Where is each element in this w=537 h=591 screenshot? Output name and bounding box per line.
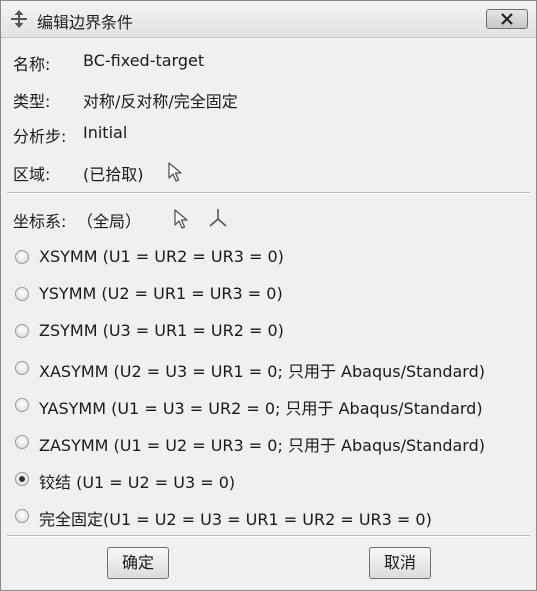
name-label: 名称: [13,55,51,74]
csys-label: 坐标系: [13,212,67,231]
move-arrows-icon [9,9,29,29]
radio-button[interactable] [15,287,29,301]
radio-label: 完全固定(U1 = U2 = U3 = UR1 = UR2 = UR3 = 0) [39,510,432,529]
radio-label: ZSYMM (U3 = UR1 = UR2 = 0) [39,321,284,340]
step-label: 分析步: [13,127,67,146]
edit-boundary-condition-dialog: 编辑边界条件 名称: BC-fixed-target 类型: 对称/反对称/完全… [0,0,537,591]
close-icon [501,13,513,25]
radio-label: YASYMM (U1 = U3 = UR2 = 0; 只用于 Abaqus/St… [39,399,483,418]
region-value: (已拾取) [83,165,144,184]
type-label: 类型: [13,92,51,111]
radio-label: XASYMM (U2 = U3 = UR1 = 0; 只用于 Abaqus/St… [39,362,486,381]
region-label: 区域: [13,165,51,184]
radio-label: YSYMM (U2 = UR1 = UR3 = 0) [39,284,283,303]
footer-divider [7,535,530,537]
type-value: 对称/反对称/完全固定 [83,92,238,111]
csys-triad-icon[interactable] [207,207,229,233]
radio-button[interactable] [15,361,29,375]
window-title: 编辑边界条件 [37,13,134,32]
csys-pointer-arrow-icon[interactable] [173,208,191,234]
radio-button[interactable] [15,435,29,449]
radio-button[interactable] [15,472,29,486]
radio-button[interactable] [15,398,29,412]
close-button[interactable] [486,9,528,29]
radio-label: XSYMM (U1 = UR2 = UR3 = 0) [39,247,284,266]
radio-label: 铰结 (U1 = U2 = U3 = 0) [39,473,236,492]
ok-button[interactable]: 确定 [107,547,169,579]
title-bar[interactable]: 编辑边界条件 [1,1,536,38]
radio-label: ZASYMM (U1 = U2 = UR3 = 0; 只用于 Abaqus/St… [39,436,486,455]
pointer-arrow-icon[interactable] [167,161,185,187]
cancel-button[interactable]: 取消 [369,547,431,579]
section-divider [7,192,530,194]
name-value: BC-fixed-target [83,51,205,70]
step-value: Initial [83,123,128,142]
radio-button[interactable] [15,250,29,264]
radio-button[interactable] [15,324,29,338]
radio-button[interactable] [15,509,29,523]
csys-value: （全局） [77,212,142,231]
